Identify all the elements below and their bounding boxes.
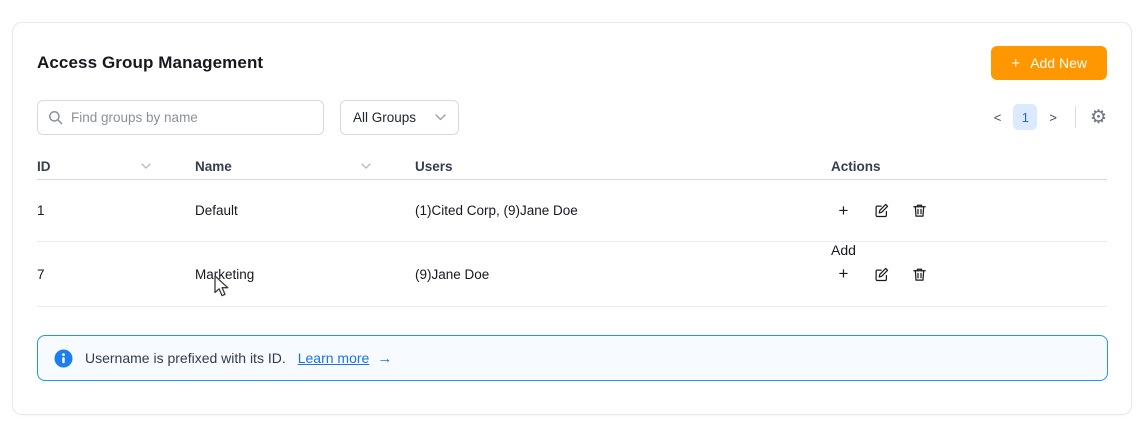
column-header-name[interactable]: Name: [195, 159, 415, 174]
search-box[interactable]: [37, 100, 324, 135]
pagination: < 1 > ⚙: [988, 104, 1107, 130]
arrow-right-icon[interactable]: →: [377, 350, 392, 367]
info-banner: Username is prefixed with its ID. Learn …: [37, 335, 1108, 381]
row-name: Default: [195, 203, 415, 218]
chevron-down-icon: [435, 114, 446, 121]
row-actions: +: [831, 202, 1107, 219]
current-page-button[interactable]: 1: [1013, 104, 1037, 130]
delete-icon[interactable]: [911, 266, 928, 283]
edit-icon[interactable]: [873, 202, 890, 219]
learn-more-link[interactable]: Learn more: [298, 350, 370, 366]
add-tooltip: Add: [831, 242, 856, 258]
banner-message: Username is prefixed with its ID.: [85, 350, 286, 366]
column-header-actions: Actions: [831, 159, 1107, 174]
table-row: 1 Default (1)Cited Corp, (9)Jane Doe +: [37, 180, 1107, 242]
groups-filter-dropdown[interactable]: All Groups: [340, 100, 459, 135]
sort-chevron-icon[interactable]: [141, 163, 151, 169]
divider: [1075, 106, 1076, 128]
table-header-row: ID Name Users Actions: [37, 153, 1107, 180]
page-title: Access Group Management: [37, 53, 263, 73]
delete-icon[interactable]: [911, 202, 928, 219]
prev-page-button[interactable]: <: [988, 106, 1008, 129]
next-page-button[interactable]: >: [1043, 106, 1063, 129]
row-id: 1: [37, 203, 195, 218]
add-new-button[interactable]: + Add New: [991, 46, 1107, 80]
plus-icon: +: [1011, 56, 1020, 71]
column-header-id[interactable]: ID: [37, 159, 195, 174]
row-users: (9)Jane Doe: [415, 267, 831, 282]
card-header: Access Group Management + Add New: [37, 43, 1107, 83]
row-users: (1)Cited Corp, (9)Jane Doe: [415, 203, 831, 218]
row-id: 7: [37, 267, 195, 282]
groups-filter-value: All Groups: [353, 110, 416, 125]
gear-icon[interactable]: ⚙: [1090, 108, 1107, 127]
add-user-icon[interactable]: +: [835, 202, 852, 219]
edit-icon[interactable]: [873, 266, 890, 283]
column-header-users: Users: [415, 159, 831, 174]
info-icon: [54, 349, 73, 368]
groups-table: ID Name Users Actions 1 Default (1)Cited…: [37, 153, 1107, 307]
add-user-icon[interactable]: +: [835, 266, 852, 283]
toolbar: All Groups < 1 > ⚙: [37, 99, 1107, 135]
table-row: 7 Marketing (9)Jane Doe Add +: [37, 242, 1107, 307]
search-icon: [48, 110, 63, 125]
row-actions: Add +: [831, 266, 1107, 283]
row-name: Marketing: [195, 267, 415, 282]
sort-chevron-icon[interactable]: [361, 163, 371, 169]
search-input[interactable]: [71, 110, 313, 125]
add-new-label: Add New: [1030, 55, 1087, 71]
access-group-card: Access Group Management + Add New All Gr…: [12, 22, 1132, 415]
